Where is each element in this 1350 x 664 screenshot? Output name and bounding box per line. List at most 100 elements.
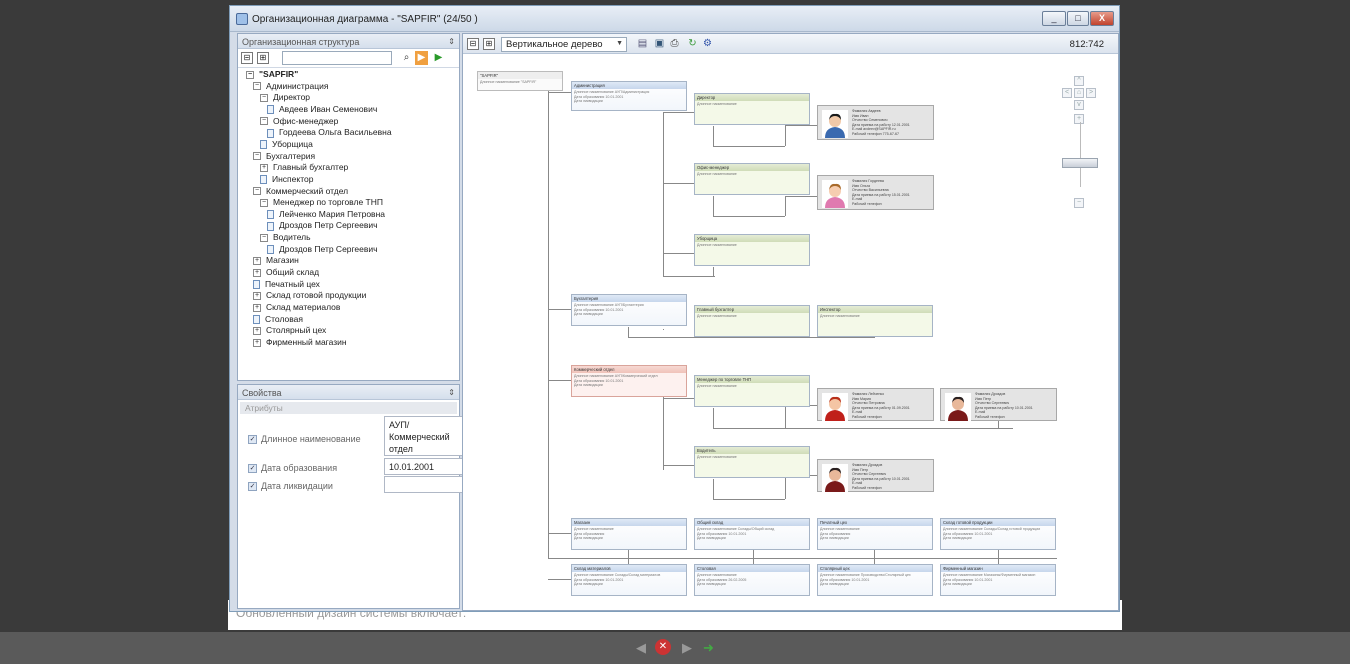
prop-liquidated-value[interactable] [384,476,463,493]
prev-arrow-icon[interactable]: ◀ [636,640,646,656]
employee-card[interactable]: Фамилия Авдеев Имя Иван Отчество Семенович… [817,105,934,140]
tree-node[interactable]: − Бухгалтерия [253,151,315,162]
org-node-insp[interactable]: Инспектор Длинное наименование [817,305,933,337]
zoom-slider-track[interactable] [1080,122,1081,187]
tree-node[interactable]: Уборщица [260,139,313,150]
pan-left-icon[interactable]: < [1062,88,1072,98]
tree-node[interactable]: + Магазин [253,255,299,266]
tree-node[interactable]: Дроздов Петр Сергеевич [267,244,378,255]
collapse-icon[interactable]: − [253,187,261,196]
pin-icon[interactable]: ⇕ [448,37,455,46]
collapse-icon[interactable]: − [253,152,261,161]
tree-node[interactable]: − Администрация [253,81,328,92]
org-node-mag[interactable]: Магазин Длинное наименование Дата образов… [571,518,687,550]
check-icon[interactable]: ✓ [248,435,257,445]
play-icon[interactable]: ▶ [432,51,445,65]
org-node-dir[interactable]: Директор Длинное наименование [694,93,810,125]
tree-node[interactable]: Инспектор [260,174,313,185]
pin-icon[interactable]: ⇕ [448,388,455,397]
org-node-root[interactable]: "SAPFIR" Длинное наименование "SAPFIR" [477,71,563,91]
collapse-icon[interactable]: − [260,94,268,103]
org-node-buh[interactable]: Бухгалтерия Длинное наименование АУП/Бухг… [571,294,687,326]
employee-card[interactable]: Фамилия Дроздов Имя Петр Отчество Сергееви… [817,459,934,492]
expand-icon[interactable]: + [253,327,261,336]
tree-node[interactable]: + Столярный цех [253,325,326,336]
expand-icon[interactable]: + [253,303,261,312]
employee-card[interactable]: Фамилия Дроздов Имя Петр Отчество Сергееви… [940,388,1057,421]
org-node-fir[interactable]: Фирменный магазин Длинное наименование Ма… [940,564,1056,596]
layout-select[interactable]: Вертикальное дерево ▼ [501,37,627,52]
tree-node[interactable]: − Водитель [260,232,311,243]
refresh-icon[interactable]: ↻ [686,37,699,51]
tree-node[interactable]: Столовая [253,314,303,325]
tree-node[interactable]: − Коммерческий отдел [253,186,348,197]
org-node-skm[interactable]: Склад материалов Длинное наименование Скл… [571,564,687,596]
org-node-sto[interactable]: Столовая Длинное наименование Дата образо… [694,564,810,596]
org-node-vod[interactable]: Водитель Длинное наименование [694,446,810,478]
org-node-ofm[interactable]: Офис-менеджер Длинное наименование [694,163,810,195]
tree-search-input[interactable] [282,51,392,65]
employee-card[interactable]: Фамилия Гордеева Имя Ольга Отчество Василь… [817,175,934,210]
collapse-all-icon[interactable]: ⊟ [467,38,479,50]
tree-node[interactable]: − Директор [260,92,310,103]
expand-icon[interactable]: + [253,338,261,347]
diagram-canvas[interactable]: "SAPFIR" Длинное наименование "SAPFIR" Адм… [463,55,1118,610]
find-next-icon[interactable]: ▶ [415,51,428,65]
org-node-osk[interactable]: Общий склад Длинное наименование Склады/О… [694,518,810,550]
tree-node[interactable]: Гордеева Ольга Васильевна [267,127,392,138]
tree-node[interactable]: + Склад материалов [253,302,340,313]
org-node-kom[interactable]: Коммерческий отдел Длинное наименование А… [571,365,687,397]
collapse-all-icon[interactable]: ⊟ [241,52,253,64]
prop-long-name-value[interactable]: АУП/ Коммерческий отдел [384,416,463,456]
org-node-pec[interactable]: Печатный цех Длинное наименование Дата об… [817,518,933,550]
employee-card[interactable]: Фамилия Лейченко Имя Мария Отчество Петров… [817,388,934,421]
check-icon[interactable]: ✓ [248,482,257,492]
org-node-stc[interactable]: Столярный цех Длинное наименование Произв… [817,564,933,596]
maximize-button[interactable]: □ [1067,11,1089,26]
org-node-ubo[interactable]: Уборщица Длинное наименование [694,234,810,266]
close-gallery-icon[interactable]: ✕ [655,639,671,655]
save-icon[interactable]: ▣ [653,37,666,51]
page-icon[interactable]: ▤ [636,37,649,51]
collapse-icon[interactable]: − [260,117,268,126]
pan-up-icon[interactable]: ^ [1074,76,1084,86]
zoom-slider-thumb[interactable] [1062,158,1098,168]
expand-all-icon[interactable]: ⊞ [483,38,495,50]
binoculars-icon[interactable]: ⌕ [400,51,413,65]
expand-all-icon[interactable]: ⊞ [257,52,269,64]
pan-down-icon[interactable]: v [1074,100,1084,110]
zoom-out-icon[interactable]: − [1074,198,1084,208]
check-icon[interactable]: ✓ [248,464,257,474]
prop-created-value[interactable]: 10.01.2001 [384,458,463,475]
org-node-men[interactable]: Менеджер по торговле ТНП Длинное наименов… [694,375,810,407]
org-node-gb[interactable]: Главный бухгалтер Длинное наименование [694,305,810,337]
expand-icon[interactable]: + [253,292,261,301]
collapse-icon[interactable]: − [246,70,254,79]
org-node-sgp[interactable]: Склад готовой продукции Длинное наименова… [940,518,1056,550]
minimize-button[interactable]: _ [1042,11,1066,26]
pan-right-icon[interactable]: > [1086,88,1096,98]
next-page-icon[interactable]: ➜ [703,640,714,656]
collapse-icon[interactable]: − [253,82,261,91]
home-icon[interactable]: ⌂ [1074,88,1084,98]
collapse-icon[interactable]: − [260,233,268,242]
settings-icon[interactable]: ⚙ [701,37,714,51]
tree-node[interactable]: − Менеджер по торговле ТНП [260,197,383,208]
org-node-adm[interactable]: Администрация Длинное наименование АУП/Ад… [571,81,687,111]
expand-icon[interactable]: + [260,163,268,172]
expand-icon[interactable]: + [253,268,261,277]
tree-node[interactable]: Печатный цех [253,279,320,290]
tree-node[interactable]: + Общий склад [253,267,319,278]
tree-node[interactable]: + Фирменный магазин [253,337,347,348]
close-button[interactable]: X [1090,11,1114,26]
print-icon[interactable]: ⎙ [668,37,681,51]
tree-node[interactable]: + Главный бухгалтер [260,162,348,173]
tree-node[interactable]: + Склад готовой продукции [253,290,366,301]
tree-node[interactable]: Лейченко Мария Петровна [267,209,385,220]
tree-node[interactable]: Авдеев Иван Семенович [267,104,377,115]
expand-icon[interactable]: + [253,257,261,266]
zoom-in-icon[interactable]: + [1074,114,1084,124]
tree-node[interactable]: Дроздов Петр Сергеевич [267,220,378,231]
collapse-icon[interactable]: − [260,198,268,207]
next-arrow-icon[interactable]: ▶ [682,640,692,656]
